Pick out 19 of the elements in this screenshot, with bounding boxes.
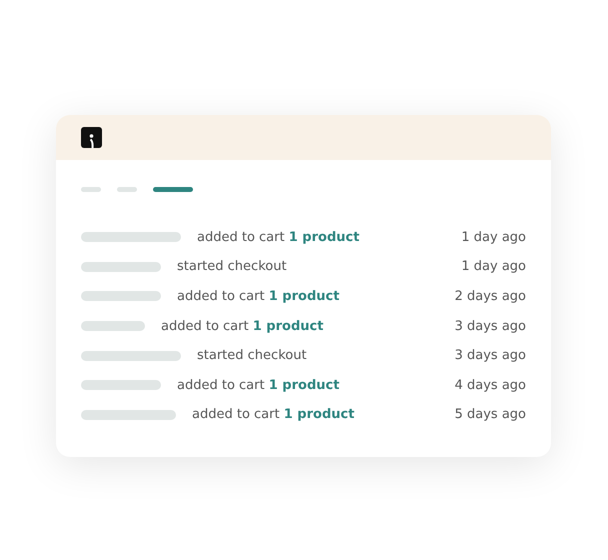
event-time: 4 days ago	[454, 378, 526, 393]
event-time: 1 day ago	[461, 230, 526, 245]
event-text: added to cart 1 product	[177, 288, 340, 304]
event-text: added to cart 1 product	[161, 318, 324, 334]
name-placeholder	[81, 321, 145, 332]
tab[interactable]	[117, 187, 137, 192]
event-time: 2 days ago	[454, 288, 526, 304]
event-time: 3 days ago	[454, 348, 526, 364]
logo-icon	[81, 127, 102, 148]
event-text: started checkout	[197, 348, 307, 364]
tab[interactable]	[153, 187, 193, 192]
event-time: 5 days ago	[454, 407, 526, 422]
event-time: 1 day ago	[461, 259, 526, 274]
event-text: added to cart 1 product	[177, 378, 340, 393]
event-text: added to cart 1 product	[197, 230, 360, 245]
event-text: added to cart 1 product	[192, 407, 354, 422]
tab[interactable]	[81, 187, 101, 192]
event-text: started checkout	[177, 259, 287, 274]
event-time: 3 days ago	[454, 318, 526, 334]
